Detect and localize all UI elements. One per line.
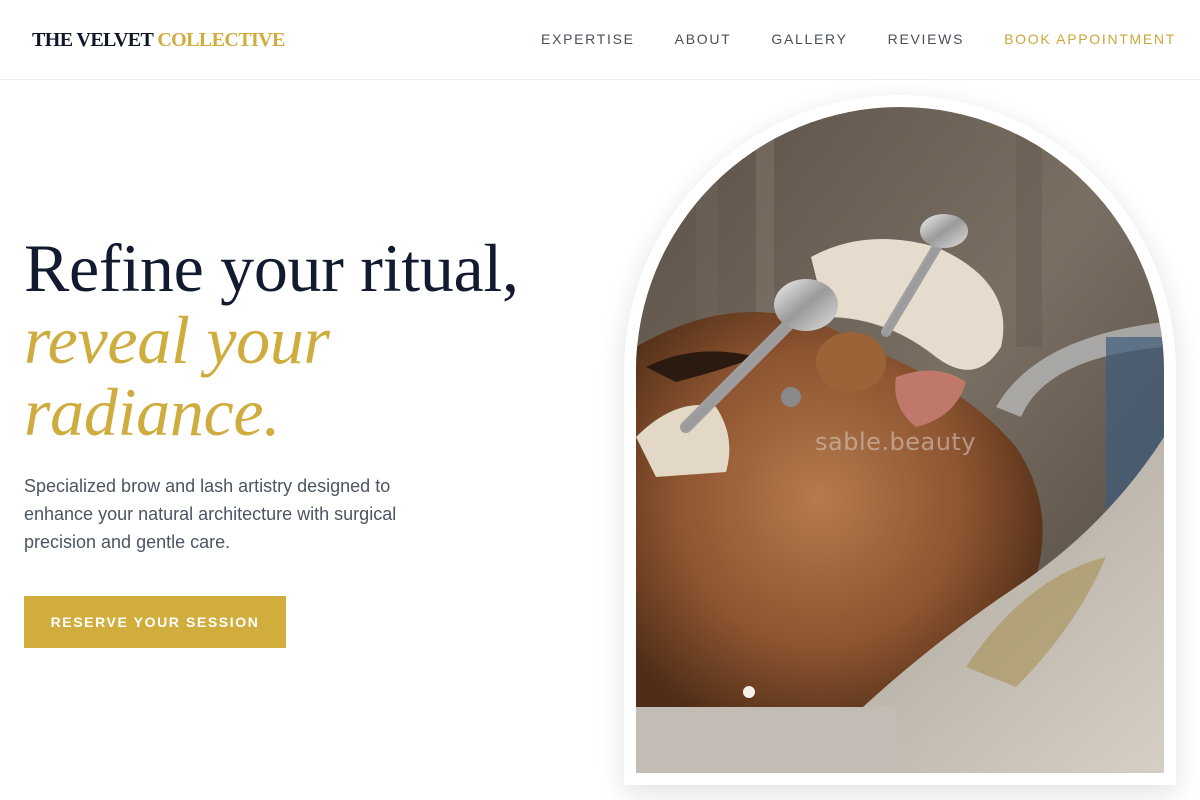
- hero-subtext: Specialized brow and lash artistry desig…: [24, 476, 397, 552]
- brand-name-primary: THE VELVET: [32, 29, 154, 51]
- reserve-session-button[interactable]: RESERVE YOUR SESSION: [24, 596, 286, 648]
- image-watermark: sable.beauty: [815, 428, 977, 456]
- hero-headline: Refine your ritual, reveal your radiance…: [24, 232, 519, 448]
- nav-link-expertise[interactable]: EXPERTISE: [541, 29, 635, 49]
- headline-line-2: reveal your: [24, 302, 330, 378]
- brand-name-accent: COLLECTIVE: [157, 29, 285, 51]
- main-nav: EXPERTISE ABOUT GALLERY REVIEWS BOOK APP…: [541, 29, 1176, 49]
- nav-book-appointment-link[interactable]: BOOK APPOINTMENT: [1004, 29, 1176, 49]
- landing-page: THE VELVET COLLECTIVE EXPERTISE ABOUT GA…: [0, 0, 1200, 800]
- nav-link-about[interactable]: ABOUT: [675, 29, 732, 49]
- nav-link-reviews[interactable]: REVIEWS: [888, 29, 964, 49]
- brand-logo[interactable]: THE VELVET COLLECTIVE: [32, 28, 285, 52]
- headline-line-1: Refine your ritual,: [24, 230, 519, 306]
- headline-line-3: radiance.: [24, 374, 281, 450]
- site-header: THE VELVET COLLECTIVE EXPERTISE ABOUT GA…: [0, 0, 1200, 80]
- nav-link-gallery[interactable]: GALLERY: [771, 29, 847, 49]
